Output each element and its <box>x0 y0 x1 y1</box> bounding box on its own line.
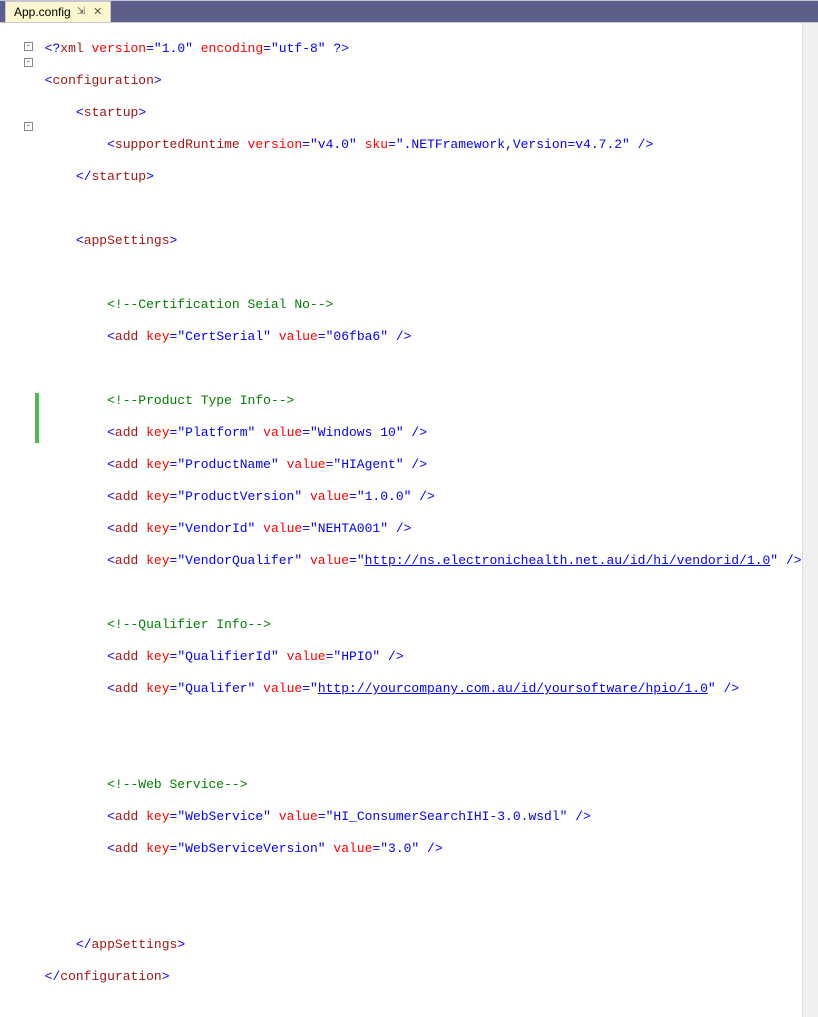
url-link[interactable]: http://yourcompany.com.au/id/yoursoftwar… <box>318 681 708 696</box>
code-line: <!--Product Type Info--> <box>45 393 802 409</box>
code-line: <supportedRuntime version="v4.0" sku=".N… <box>45 137 802 153</box>
code-line: </configuration> <box>45 969 802 985</box>
code-line: <add key="Platform" value="Windows 10" /… <box>45 425 802 441</box>
code-line: <add key="WebService" value="HI_Consumer… <box>45 809 802 825</box>
code-line: </appSettings> <box>45 937 802 953</box>
code-line: <configuration> <box>45 73 802 89</box>
editor-area: - - - <?xml version="1.0" encoding="utf-… <box>0 22 818 1017</box>
close-icon[interactable]: ✕ <box>91 5 104 18</box>
code-line: <add key="VendorQualifer" value="http://… <box>45 553 802 569</box>
code-line: <startup> <box>45 105 802 121</box>
code-line: </startup> <box>45 169 802 185</box>
code-line <box>45 873 802 889</box>
code-line: <add key="CertSerial" value="06fba6" /> <box>45 329 802 345</box>
fold-toggle[interactable]: - <box>24 42 33 51</box>
code-line: <add key="VendorId" value="NEHTA001" /> <box>45 521 802 537</box>
code-line: <add key="Qualifer" value="http://yourco… <box>45 681 802 697</box>
code-line <box>45 713 802 729</box>
url-link[interactable]: http://ns.electronichealth.net.au/id/hi/… <box>365 553 771 568</box>
code-line <box>45 265 802 281</box>
fold-toggle[interactable]: - <box>24 58 33 67</box>
code-line: <appSettings> <box>45 233 802 249</box>
code-line <box>45 905 802 921</box>
change-indicator <box>35 393 39 443</box>
code-line: <!--Certification Seial No--> <box>45 297 802 313</box>
outline-column: - - - <box>22 23 42 1017</box>
code-line: <add key="WebServiceVersion" value="3.0"… <box>45 841 802 857</box>
pin-icon[interactable]: ⇲ <box>77 6 85 17</box>
code-line: <!--Qualifier Info--> <box>45 617 802 633</box>
vertical-scrollbar[interactable] <box>802 23 818 1017</box>
code-line <box>45 585 802 601</box>
code-line: <?xml version="1.0" encoding="utf-8" ?> <box>45 41 802 57</box>
code-line: <add key="QualifierId" value="HPIO" /> <box>45 649 802 665</box>
code-line: <add key="ProductName" value="HIAgent" /… <box>45 457 802 473</box>
code-line: <add key="ProductVersion" value="1.0.0" … <box>45 489 802 505</box>
code-editor[interactable]: <?xml version="1.0" encoding="utf-8" ?> … <box>41 23 802 1017</box>
code-line <box>45 201 802 217</box>
gutter: - - - <box>0 23 41 1017</box>
code-line <box>45 745 802 761</box>
code-line: <!--Web Service--> <box>45 777 802 793</box>
editor-workspace: App.config ⇲ ✕ - - - <?xml version="1.0"… <box>0 0 818 537</box>
tab-strip: App.config ⇲ ✕ <box>0 1 818 22</box>
tab-title: App.config <box>14 5 71 19</box>
fold-toggle[interactable]: - <box>24 122 33 131</box>
tab-app-config[interactable]: App.config ⇲ ✕ <box>5 1 111 22</box>
code-line <box>45 361 802 377</box>
